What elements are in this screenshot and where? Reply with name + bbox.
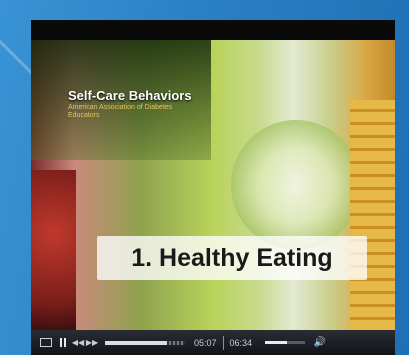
- closed-captions-icon: [40, 338, 52, 347]
- player-top-bar: [31, 20, 395, 40]
- closed-captions-button[interactable]: [37, 330, 55, 355]
- corn-image: [350, 100, 395, 330]
- progress-fill: [105, 340, 168, 345]
- player-control-bar: ◀◀ ▶▶ 05:07 06:34 🔊: [31, 330, 395, 355]
- video-caption: 1. Healthy Eating: [131, 243, 333, 272]
- time-separator: [222, 335, 224, 350]
- speaker-icon: 🔊: [313, 337, 327, 348]
- progress-bar[interactable]: [105, 340, 185, 345]
- next-button[interactable]: ▶▶: [85, 330, 99, 355]
- volume-fill: [265, 341, 288, 344]
- pause-icon: [60, 338, 62, 347]
- total-time: 06:34: [229, 337, 253, 348]
- video-frame[interactable]: Self-Care Behaviors American Association…: [31, 40, 395, 330]
- pause-button[interactable]: [55, 330, 71, 355]
- strawberry-image: [31, 170, 76, 330]
- elapsed-time: 05:07: [194, 337, 217, 348]
- previous-button[interactable]: ◀◀: [71, 330, 85, 355]
- video-subtitle: American Association of Diabetes Educato…: [68, 104, 173, 119]
- video-title: Self-Care Behaviors: [68, 88, 192, 103]
- next-icon: ▶▶: [85, 338, 99, 347]
- volume-button[interactable]: 🔊: [311, 330, 329, 355]
- video-player[interactable]: Self-Care Behaviors American Association…: [31, 20, 395, 355]
- previous-icon: ◀◀: [71, 338, 85, 347]
- volume-slider[interactable]: [265, 341, 306, 344]
- cucumber-image: [231, 120, 361, 250]
- pause-icon-bar: [64, 338, 66, 347]
